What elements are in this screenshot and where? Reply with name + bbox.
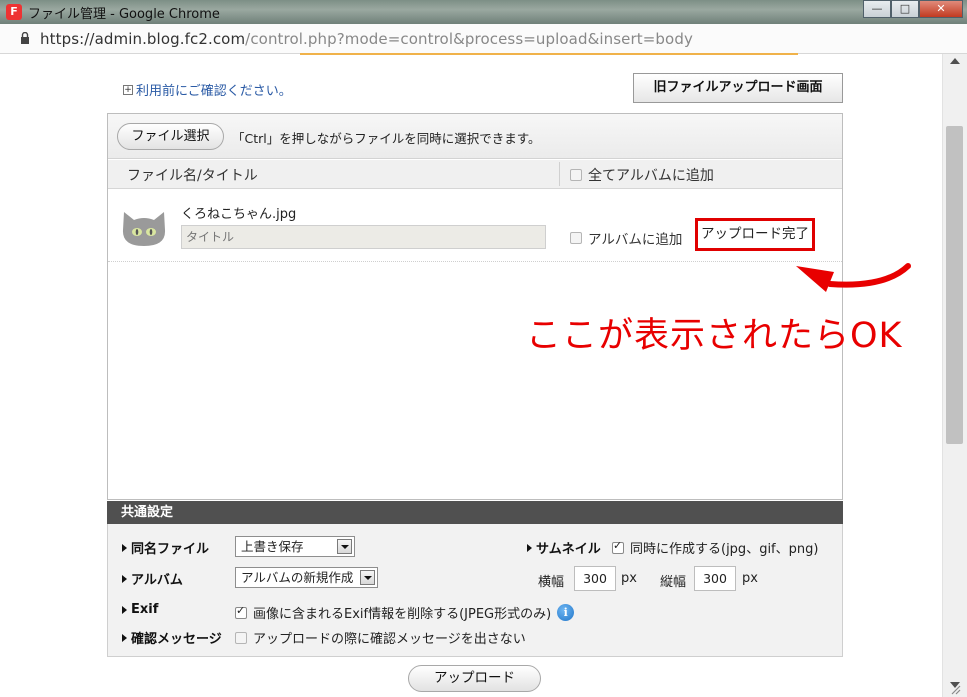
exif-label-text: Exif [131, 602, 159, 617]
column-name-title: ファイル名/タイトル [127, 168, 258, 184]
thumbnail-option-label: 同時に作成する(jpg、gif、png) [630, 542, 819, 557]
window-title: ファイル管理 - Google Chrome [28, 7, 220, 22]
confirm-message-label-text: 確認メッセージ [131, 632, 222, 647]
window-controls: — □ ✕ [863, 0, 963, 18]
annotation-text: ここが表示されたらOK [526, 316, 903, 356]
upload-toolbar: ファイル選択 「Ctrl」を押しながらファイルを同時に選択できます。 [108, 114, 842, 159]
same-name-select-value: 上書き保存 [241, 539, 304, 554]
maximize-button[interactable]: □ [891, 0, 919, 18]
url-host: https://admin.blog.fc2.com [40, 30, 246, 48]
bullet-triangle-icon [122, 543, 127, 552]
vertical-scrollbar[interactable] [942, 54, 967, 697]
album-label-text: アルバム [131, 573, 183, 588]
minimize-button[interactable]: — [863, 0, 891, 18]
add-to-album-checkbox[interactable] [570, 232, 582, 244]
exif-label: Exif [122, 602, 158, 617]
width-label: 横幅 [538, 575, 565, 590]
height-input[interactable]: 300 [694, 566, 736, 591]
url-path: /control.php?mode=control&process=upload… [245, 30, 693, 48]
bullet-triangle-icon [527, 543, 532, 552]
settings-header: 共通設定 [107, 501, 843, 524]
file-list-header: ファイル名/タイトル 全てアルバムに追加 [108, 160, 842, 189]
confirm-message-label: 確認メッセージ [122, 628, 222, 647]
thumbnail-label: サムネイル [527, 538, 601, 557]
expand-icon: + [123, 84, 133, 95]
address-bar[interactable]: https://admin.blog.fc2.com/control.php?m… [0, 24, 967, 55]
close-button[interactable]: ✕ [919, 0, 963, 18]
toolbar-hint: 「Ctrl」を押しながらファイルを同時に選択できます。 [232, 131, 541, 146]
common-settings: 共通設定 同名ファイル 上書き保存 アルバム アルバムの新規作成 Exif 画像… [107, 501, 843, 657]
choose-file-button[interactable]: ファイル選択 [117, 123, 224, 150]
same-name-label-text: 同名ファイル [131, 542, 210, 557]
width-unit: px [621, 571, 637, 586]
album-select-value: アルバムの新規作成 [241, 570, 354, 585]
column-divider [559, 162, 560, 186]
notice-link[interactable]: + 利用前にご確認ください。 [123, 80, 292, 99]
bullet-triangle-icon [122, 605, 127, 614]
album-select[interactable]: アルバムの新規作成 [235, 567, 378, 588]
focus-underline [300, 53, 798, 55]
exif-checkbox[interactable] [235, 604, 247, 619]
file-name: くろねこちゃん.jpg [181, 207, 297, 222]
thumbnail-checkbox[interactable] [612, 539, 624, 554]
add-to-album-label: アルバムに追加 [588, 232, 683, 248]
title-input[interactable] [181, 225, 546, 249]
dropdown-arrow-icon[interactable] [337, 539, 352, 554]
height-unit: px [742, 571, 758, 586]
thumbnail-label-text: サムネイル [536, 542, 601, 557]
add-all-album-label: 全てアルバムに追加 [588, 168, 714, 184]
width-input[interactable]: 300 [574, 566, 616, 591]
fc2-icon: F [6, 4, 22, 20]
same-name-select[interactable]: 上書き保存 [235, 536, 355, 557]
bullet-triangle-icon [122, 574, 127, 583]
exif-option-label: 画像に含まれるExif情報を削除する(JPEG形式のみ) [253, 607, 552, 622]
old-upload-screen-button[interactable]: 旧ファイルアップロード画面 [633, 73, 843, 103]
scroll-thumb[interactable] [946, 126, 963, 444]
upload-complete-status: アップロード完了 [695, 218, 815, 251]
bullet-triangle-icon [122, 633, 127, 642]
album-label: アルバム [122, 569, 183, 588]
confirm-message-option-label: アップロードの際に確認メッセージを出さない [253, 632, 526, 647]
dropdown-arrow-icon[interactable] [360, 570, 375, 585]
upload-button[interactable]: アップロード [408, 665, 541, 692]
resize-grip-icon[interactable] [949, 683, 961, 695]
info-icon[interactable]: i [557, 604, 575, 621]
add-to-album-option[interactable]: アルバムに追加 [570, 228, 682, 248]
same-name-label: 同名ファイル [122, 538, 209, 557]
confirm-message-checkbox[interactable] [235, 631, 247, 644]
add-all-album-checkbox[interactable] [570, 169, 582, 181]
scroll-up-icon[interactable] [950, 58, 960, 64]
url-text[interactable]: https://admin.blog.fc2.com/control.php?m… [40, 30, 693, 48]
height-label: 縦幅 [660, 575, 687, 590]
red-arrow-icon [796, 263, 911, 292]
notice-link-label: 利用前にご確認ください。 [136, 84, 292, 99]
black-cat-thumbnail [122, 212, 166, 246]
file-row: くろねこちゃん.jpg アルバムに追加 アップロード完了 [108, 190, 842, 262]
add-all-album-option[interactable]: 全てアルバムに追加 [570, 165, 714, 185]
window-titlebar: F ファイル管理 - Google Chrome — □ ✕ [0, 0, 967, 24]
lock-icon [21, 32, 29, 44]
thumbnail-option[interactable]: 同時に作成する(jpg、gif、png) [612, 538, 818, 557]
exif-option[interactable]: 画像に含まれるExif情報を削除する(JPEG形式のみ) i [235, 603, 575, 622]
confirm-message-option[interactable]: アップロードの際に確認メッセージを出さない [235, 628, 526, 647]
